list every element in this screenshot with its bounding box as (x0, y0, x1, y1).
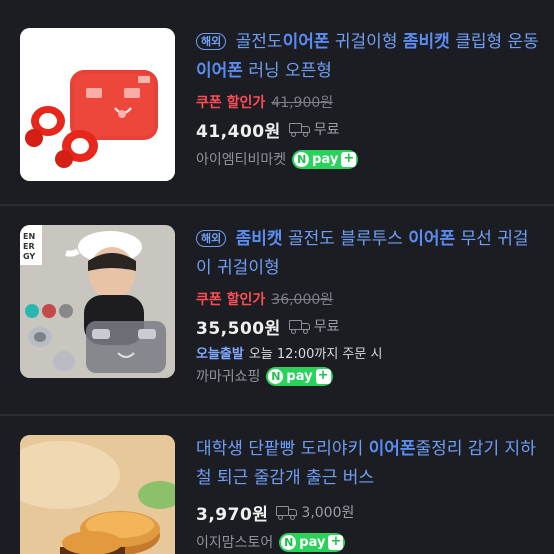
naver-n-icon: N (294, 151, 310, 167)
seller-name[interactable]: 아이엠티비마켓 (196, 149, 286, 169)
product-thumbnail[interactable] (20, 28, 175, 181)
original-price: 41,900원 (271, 95, 334, 111)
naver-n-icon: N (281, 534, 297, 550)
title-part: 골전도 블루투스 (287, 229, 403, 249)
plus-icon: + (328, 534, 344, 550)
previous-content-fragment: · · · · · · · · · · · · · · · · · · · · … (0, 0, 554, 12)
divider (0, 414, 554, 416)
title-part: 귀걸이형 (334, 32, 398, 52)
title-part-highlight: 좀비캣 (235, 229, 283, 249)
npay-badge: N pay + (266, 366, 333, 386)
delivery-truck-icon (288, 319, 311, 334)
product-title-link[interactable]: 해외 골전도이어폰 귀걸이형 좀비캣 클립형 운동이어폰 러닝 오픈형 (196, 28, 540, 86)
today-shipping-badge: 오늘출발 (196, 347, 244, 362)
npay-badge: N pay + (279, 532, 346, 552)
plus-icon: + (341, 151, 357, 167)
shipping-fee: 무료 (313, 122, 340, 138)
product-card[interactable]: 해외 골전도이어폰 귀걸이형 좀비캣 클립형 운동이어폰 러닝 오픈형 쿠폰 할… (0, 14, 554, 198)
product-thumbnail[interactable]: EN ER GY (20, 225, 175, 378)
sale-price: 35,500원 (196, 318, 281, 339)
svg-text:ER: ER (23, 242, 35, 251)
title-part: 러닝 오픈형 (248, 61, 332, 81)
title-part: 골전도 (235, 32, 283, 52)
seller-name[interactable]: 까마귀쇼핑 (196, 366, 260, 386)
pay-label: pay (312, 151, 339, 167)
sale-price: 3,970원 (196, 504, 269, 525)
title-part: 대학생 단팥빵 도리야키 (196, 439, 364, 459)
shipping-fee: 3,000원 (301, 505, 355, 521)
delivery-truck-icon (276, 505, 298, 520)
sale-price: 41,400원 (196, 121, 281, 142)
title-part-highlight: 이어폰 (196, 61, 243, 81)
product-title-link[interactable]: 대학생 단팥빵 도리야키 이어폰줄정리 감기 지하철 퇴근 줄감개 출근 버스 (196, 435, 540, 493)
title-part-highlight: 좀비캣 (402, 32, 450, 52)
overseas-tag: 해외 (196, 230, 227, 247)
coupon-label: 쿠폰 할인가 (196, 292, 266, 308)
zombie-cat-earbuds-image: EN ER GY (20, 225, 175, 378)
naver-n-icon: N (268, 368, 284, 384)
title-part: 클립형 운동 (455, 32, 539, 52)
shipping-fee: 무료 (313, 319, 340, 335)
dorayaki-cable-winder-image (20, 435, 175, 554)
overseas-tag: 해외 (196, 33, 227, 50)
original-price: 36,000원 (271, 292, 334, 308)
title-part-highlight: 이어폰 (368, 439, 416, 459)
plus-icon: + (315, 368, 331, 384)
seller-name[interactable]: 이지맘스토어 (196, 532, 273, 552)
product-card[interactable]: 대학생 단팥빵 도리야키 이어폰줄정리 감기 지하철 퇴근 줄감개 출근 버스 … (0, 428, 554, 554)
product-thumbnail[interactable] (20, 435, 175, 554)
title-part-highlight: 이어폰 (408, 229, 456, 249)
svg-text:EN: EN (23, 232, 35, 241)
product-card[interactable]: EN ER GY 해외 좀비캣 골전도 블루투스 이어폰 무선 귀걸이 귀걸이형… (0, 218, 554, 408)
delivery-truck-icon (288, 122, 311, 137)
delivery-deadline: 오늘 12:00까지 주문 시 (248, 347, 383, 362)
product-title-link[interactable]: 해외 좀비캣 골전도 블루투스 이어폰 무선 귀걸이 귀걸이형 (196, 225, 540, 283)
svg-text:GY: GY (23, 252, 35, 261)
coupon-label: 쿠폰 할인가 (196, 95, 266, 111)
divider (0, 204, 554, 206)
pay-label: pay (286, 368, 313, 384)
title-part-highlight: 이어폰 (282, 32, 330, 52)
npay-badge: N pay + (292, 149, 359, 169)
pay-label: pay (299, 534, 326, 550)
red-earbuds-image (20, 28, 175, 181)
